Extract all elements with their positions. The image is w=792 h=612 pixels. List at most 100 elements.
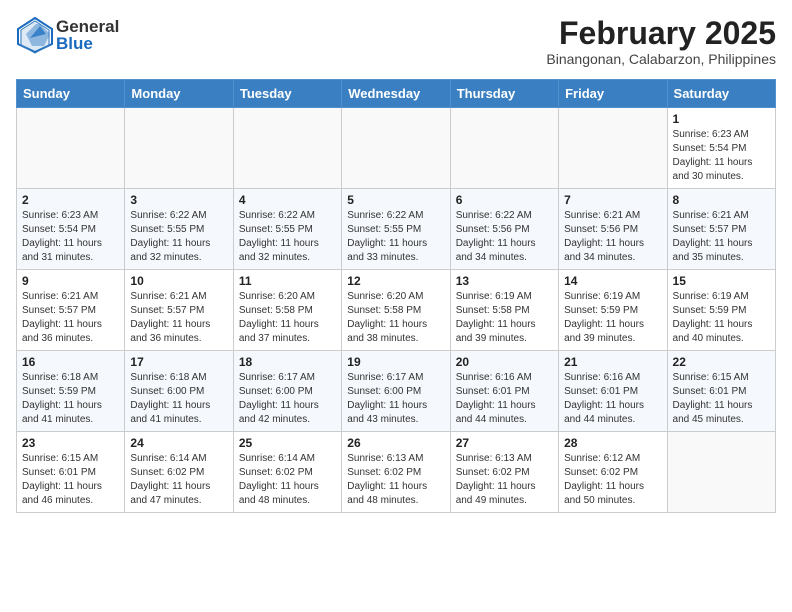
calendar-header-row: SundayMondayTuesdayWednesdayThursdayFrid… bbox=[17, 80, 776, 108]
day-number: 22 bbox=[673, 355, 770, 369]
day-info: Sunrise: 6:17 AM Sunset: 6:00 PM Dayligh… bbox=[239, 371, 336, 427]
day-number: 9 bbox=[22, 274, 119, 288]
logo-text: General Blue bbox=[56, 18, 119, 52]
day-number: 21 bbox=[564, 355, 661, 369]
day-number: 6 bbox=[456, 193, 553, 207]
calendar-day-header: Monday bbox=[125, 80, 233, 108]
day-number: 27 bbox=[456, 436, 553, 450]
calendar-week-row: 2 Sunrise: 6:23 AM Sunset: 5:54 PM Daylig… bbox=[17, 189, 776, 270]
day-info: Sunrise: 6:13 AM Sunset: 6:02 PM Dayligh… bbox=[456, 452, 553, 508]
day-number: 24 bbox=[130, 436, 227, 450]
day-number: 13 bbox=[456, 274, 553, 288]
calendar-day-header: Tuesday bbox=[233, 80, 341, 108]
calendar-week-row: 16 Sunrise: 6:18 AM Sunset: 5:59 PM Dayli… bbox=[17, 351, 776, 432]
logo-icon bbox=[16, 16, 54, 54]
calendar-day-cell: 27 Sunrise: 6:13 AM Sunset: 6:02 PM Dayli… bbox=[450, 432, 558, 513]
calendar-day-cell: 18Sunrise: 6:17 AM Sunset: 6:00 PM Dayli… bbox=[233, 351, 341, 432]
page-title: February 2025 bbox=[546, 16, 776, 51]
calendar-day-cell: 8 Sunrise: 6:21 AM Sunset: 5:57 PM Daylig… bbox=[667, 189, 775, 270]
calendar-day-cell bbox=[233, 108, 341, 189]
calendar-day-cell: 1 Sunrise: 6:23 AM Sunset: 5:54 PM Daylig… bbox=[667, 108, 775, 189]
day-info: Sunrise: 6:22 AM Sunset: 5:55 PM Dayligh… bbox=[130, 209, 227, 265]
day-info: Sunrise: 6:15 AM Sunset: 6:01 PM Dayligh… bbox=[673, 371, 770, 427]
calendar-day-cell: 23 Sunrise: 6:15 AM Sunset: 6:01 PM Dayli… bbox=[17, 432, 125, 513]
page-subtitle: Binangonan, Calabarzon, Philippines bbox=[546, 51, 776, 67]
day-number: 20 bbox=[456, 355, 553, 369]
day-info: Sunrise: 6:21 AM Sunset: 5:57 PM Dayligh… bbox=[22, 290, 119, 346]
calendar-day-header: Saturday bbox=[667, 80, 775, 108]
calendar-day-cell: 16 Sunrise: 6:18 AM Sunset: 5:59 PM Dayli… bbox=[17, 351, 125, 432]
day-info: Sunrise: 6:18 AM Sunset: 6:00 PM Dayligh… bbox=[130, 371, 227, 427]
day-number: 8 bbox=[673, 193, 770, 207]
calendar-day-cell: 9 Sunrise: 6:21 AM Sunset: 5:57 PM Daylig… bbox=[17, 270, 125, 351]
day-info: Sunrise: 6:16 AM Sunset: 6:01 PM Dayligh… bbox=[564, 371, 661, 427]
calendar-day-header: Sunday bbox=[17, 80, 125, 108]
day-number: 17 bbox=[130, 355, 227, 369]
calendar-day-cell bbox=[559, 108, 667, 189]
calendar-day-header: Wednesday bbox=[342, 80, 450, 108]
day-number: 28 bbox=[564, 436, 661, 450]
day-info: Sunrise: 6:19 AM Sunset: 5:59 PM Dayligh… bbox=[564, 290, 661, 346]
day-info: Sunrise: 6:23 AM Sunset: 5:54 PM Dayligh… bbox=[22, 209, 119, 265]
calendar-day-header: Thursday bbox=[450, 80, 558, 108]
calendar-day-cell: 7 Sunrise: 6:21 AM Sunset: 5:56 PM Daylig… bbox=[559, 189, 667, 270]
calendar-day-cell bbox=[125, 108, 233, 189]
calendar-day-cell: 25Sunrise: 6:14 AM Sunset: 6:02 PM Dayli… bbox=[233, 432, 341, 513]
calendar-day-cell: 22 Sunrise: 6:15 AM Sunset: 6:01 PM Dayli… bbox=[667, 351, 775, 432]
day-info: Sunrise: 6:22 AM Sunset: 5:56 PM Dayligh… bbox=[456, 209, 553, 265]
calendar-day-cell: 6 Sunrise: 6:22 AM Sunset: 5:56 PM Daylig… bbox=[450, 189, 558, 270]
calendar-day-header: Friday bbox=[559, 80, 667, 108]
day-number: 12 bbox=[347, 274, 444, 288]
day-number: 5 bbox=[347, 193, 444, 207]
day-info: Sunrise: 6:15 AM Sunset: 6:01 PM Dayligh… bbox=[22, 452, 119, 508]
day-number: 11 bbox=[239, 274, 336, 288]
calendar-day-cell: 19 Sunrise: 6:17 AM Sunset: 6:00 PM Dayli… bbox=[342, 351, 450, 432]
calendar-day-cell bbox=[667, 432, 775, 513]
calendar-day-cell: 26Sunrise: 6:13 AM Sunset: 6:02 PM Dayli… bbox=[342, 432, 450, 513]
title-block: February 2025 Binangonan, Calabarzon, Ph… bbox=[546, 16, 776, 67]
calendar-day-cell bbox=[342, 108, 450, 189]
day-number: 16 bbox=[22, 355, 119, 369]
day-info: Sunrise: 6:22 AM Sunset: 5:55 PM Dayligh… bbox=[239, 209, 336, 265]
day-number: 14 bbox=[564, 274, 661, 288]
day-info: Sunrise: 6:19 AM Sunset: 5:59 PM Dayligh… bbox=[673, 290, 770, 346]
day-info: Sunrise: 6:17 AM Sunset: 6:00 PM Dayligh… bbox=[347, 371, 444, 427]
day-number: 2 bbox=[22, 193, 119, 207]
page-header: General Blue February 2025 Binangonan, C… bbox=[16, 16, 776, 67]
calendar-day-cell: 28Sunrise: 6:12 AM Sunset: 6:02 PM Dayli… bbox=[559, 432, 667, 513]
day-number: 26 bbox=[347, 436, 444, 450]
day-info: Sunrise: 6:21 AM Sunset: 5:56 PM Dayligh… bbox=[564, 209, 661, 265]
calendar-day-cell: 24 Sunrise: 6:14 AM Sunset: 6:02 PM Dayli… bbox=[125, 432, 233, 513]
day-number: 23 bbox=[22, 436, 119, 450]
day-info: Sunrise: 6:19 AM Sunset: 5:58 PM Dayligh… bbox=[456, 290, 553, 346]
day-info: Sunrise: 6:16 AM Sunset: 6:01 PM Dayligh… bbox=[456, 371, 553, 427]
day-info: Sunrise: 6:23 AM Sunset: 5:54 PM Dayligh… bbox=[673, 128, 770, 184]
logo-blue: Blue bbox=[56, 35, 119, 52]
calendar-day-cell: 21 Sunrise: 6:16 AM Sunset: 6:01 PM Dayli… bbox=[559, 351, 667, 432]
day-number: 3 bbox=[130, 193, 227, 207]
calendar-day-cell: 11Sunrise: 6:20 AM Sunset: 5:58 PM Dayli… bbox=[233, 270, 341, 351]
calendar-day-cell: 4Sunrise: 6:22 AM Sunset: 5:55 PM Daylig… bbox=[233, 189, 341, 270]
day-info: Sunrise: 6:20 AM Sunset: 5:58 PM Dayligh… bbox=[347, 290, 444, 346]
calendar-day-cell: 3 Sunrise: 6:22 AM Sunset: 5:55 PM Daylig… bbox=[125, 189, 233, 270]
day-info: Sunrise: 6:18 AM Sunset: 5:59 PM Dayligh… bbox=[22, 371, 119, 427]
calendar-day-cell bbox=[17, 108, 125, 189]
calendar-week-row: 1 Sunrise: 6:23 AM Sunset: 5:54 PM Daylig… bbox=[17, 108, 776, 189]
calendar-day-cell: 2 Sunrise: 6:23 AM Sunset: 5:54 PM Daylig… bbox=[17, 189, 125, 270]
day-info: Sunrise: 6:21 AM Sunset: 5:57 PM Dayligh… bbox=[130, 290, 227, 346]
day-info: Sunrise: 6:21 AM Sunset: 5:57 PM Dayligh… bbox=[673, 209, 770, 265]
day-number: 25 bbox=[239, 436, 336, 450]
day-number: 19 bbox=[347, 355, 444, 369]
logo-general: General bbox=[56, 18, 119, 35]
calendar-day-cell: 15 Sunrise: 6:19 AM Sunset: 5:59 PM Dayli… bbox=[667, 270, 775, 351]
day-number: 7 bbox=[564, 193, 661, 207]
calendar-day-cell bbox=[450, 108, 558, 189]
calendar-day-cell: 12 Sunrise: 6:20 AM Sunset: 5:58 PM Dayli… bbox=[342, 270, 450, 351]
calendar-day-cell: 10Sunrise: 6:21 AM Sunset: 5:57 PM Dayli… bbox=[125, 270, 233, 351]
day-number: 15 bbox=[673, 274, 770, 288]
day-info: Sunrise: 6:14 AM Sunset: 6:02 PM Dayligh… bbox=[130, 452, 227, 508]
calendar-day-cell: 17 Sunrise: 6:18 AM Sunset: 6:00 PM Dayli… bbox=[125, 351, 233, 432]
day-number: 1 bbox=[673, 112, 770, 126]
calendar-week-row: 23 Sunrise: 6:15 AM Sunset: 6:01 PM Dayli… bbox=[17, 432, 776, 513]
calendar-day-cell: 20 Sunrise: 6:16 AM Sunset: 6:01 PM Dayli… bbox=[450, 351, 558, 432]
